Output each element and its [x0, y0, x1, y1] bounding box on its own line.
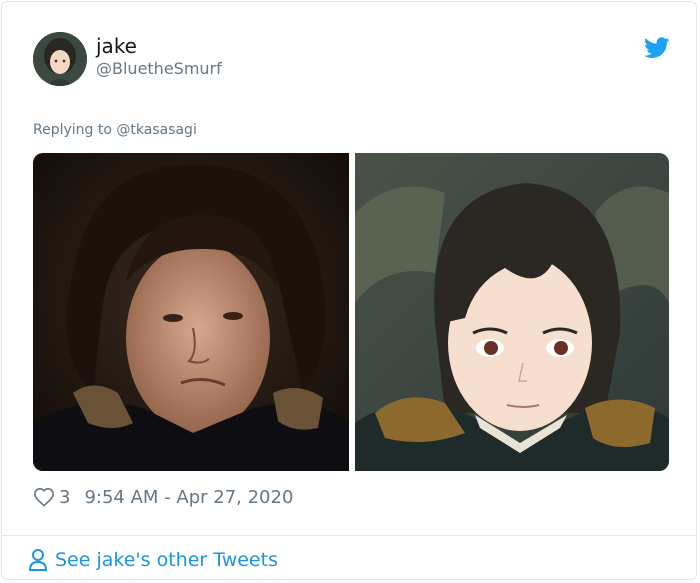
- user-handle[interactable]: @BluetheSmurf: [96, 59, 222, 79]
- twitter-bird-icon[interactable]: [644, 37, 670, 59]
- tweet-card: jake @BluetheSmurf Replying to @tkasasag…: [1, 1, 697, 580]
- person-outline-icon: [28, 549, 48, 571]
- see-other-tweets-link[interactable]: See jake's other Tweets: [28, 546, 278, 574]
- tweet-timestamp[interactable]: 9:54 AM - Apr 27, 2020: [84, 487, 293, 508]
- photo-anime-portrait[interactable]: [355, 153, 669, 471]
- divider: [2, 535, 696, 536]
- see-other-tweets-label: See jake's other Tweets: [55, 549, 278, 571]
- tweet-meta: 3 9:54 AM - Apr 27, 2020: [33, 484, 293, 510]
- like-count[interactable]: 3: [59, 487, 70, 508]
- heart-outline-icon[interactable]: [33, 487, 55, 507]
- photo-selfie[interactable]: [33, 153, 349, 471]
- replying-to[interactable]: Replying to @tkasasagi: [33, 120, 197, 140]
- avatar[interactable]: [33, 32, 87, 86]
- display-name[interactable]: jake: [96, 34, 137, 58]
